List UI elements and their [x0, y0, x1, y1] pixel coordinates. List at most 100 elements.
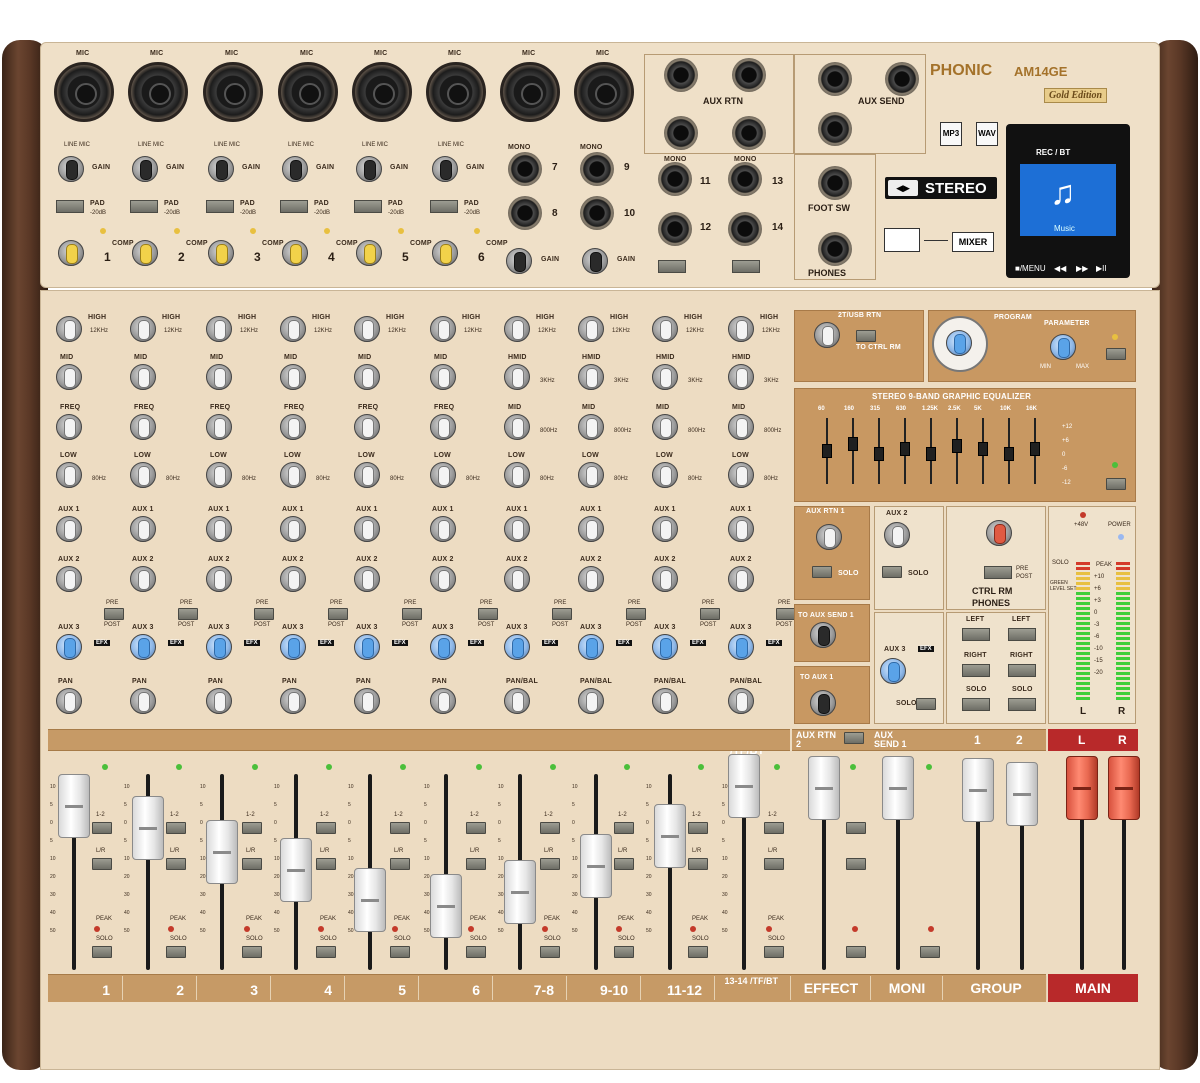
pan-knob-10[interactable]	[728, 688, 754, 714]
freq-eq-knob-1[interactable]	[56, 414, 82, 440]
mic-input-jack-4[interactable]	[278, 62, 338, 122]
mid-eq-knob-1[interactable]	[56, 364, 82, 390]
low-eq-knob-5[interactable]	[354, 462, 380, 488]
fader-11[interactable]	[808, 756, 840, 820]
gain-knob-1[interactable]	[58, 156, 84, 182]
fader-9[interactable]	[654, 804, 686, 868]
aux1-knob-1[interactable]	[56, 516, 82, 542]
aux-rtn2-on-button[interactable]	[844, 732, 864, 744]
pan-knob-4[interactable]	[280, 688, 306, 714]
fader-6[interactable]	[430, 874, 462, 938]
low-eq-knob-2[interactable]	[130, 462, 156, 488]
solo-button-5[interactable]	[390, 946, 410, 958]
pan-knob-3[interactable]	[206, 688, 232, 714]
low-eq-knob-9[interactable]	[652, 462, 678, 488]
mid-eq-knob-8[interactable]	[578, 364, 604, 390]
route-12-button-3[interactable]	[242, 822, 262, 834]
aux2-knob-3[interactable]	[206, 566, 232, 592]
aux-rtn-r1-jack[interactable]	[664, 116, 698, 150]
pre-post-button-4[interactable]	[328, 608, 348, 620]
mid-eq-knob-4[interactable]	[280, 364, 306, 390]
mic-input-jack-3[interactable]	[203, 62, 263, 122]
route-lr-button-8[interactable]	[614, 858, 634, 870]
mid-eq-knob-6[interactable]	[430, 364, 456, 390]
fader-4[interactable]	[280, 838, 312, 902]
geq-slider-8[interactable]	[1004, 446, 1014, 461]
geq-slider-4[interactable]	[900, 441, 910, 456]
ctrl-rm-knob[interactable]	[986, 520, 1012, 546]
gain-knob-4[interactable]	[282, 156, 308, 182]
next-button[interactable]: ▶▶	[1076, 264, 1088, 273]
aux1-knob-3[interactable]	[206, 516, 232, 542]
freq-eq-knob-9[interactable]	[652, 414, 678, 440]
pre-post-button-10[interactable]	[776, 608, 796, 620]
route-12-button-2[interactable]	[166, 822, 186, 834]
aux-rtn1-solo-button[interactable]	[812, 566, 832, 578]
right-button-2[interactable]	[1008, 664, 1036, 677]
low-eq-knob-1[interactable]	[56, 462, 82, 488]
freq-eq-knob-8[interactable]	[578, 414, 604, 440]
pre-post-button-7[interactable]	[552, 608, 572, 620]
left-button-1[interactable]	[962, 628, 990, 641]
aux-rtn-r2-jack[interactable]	[732, 116, 766, 150]
line-in-11-jack[interactable]	[658, 162, 692, 196]
comp-knob-5[interactable]	[356, 240, 382, 266]
pre-post-button-9[interactable]	[700, 608, 720, 620]
play-pause-button[interactable]: ▶II	[1096, 264, 1107, 273]
pre-post-button-5[interactable]	[402, 608, 422, 620]
to-ctrl-rm-button[interactable]	[856, 330, 876, 342]
pad-button-4[interactable]	[280, 200, 308, 213]
aux2-knob-1[interactable]	[56, 566, 82, 592]
route-lr-button-2[interactable]	[166, 858, 186, 870]
high-eq-knob-1[interactable]	[56, 316, 82, 342]
solo-button-10[interactable]	[764, 946, 784, 958]
aux3-knob-8[interactable]	[578, 634, 604, 660]
mid-eq-knob-7[interactable]	[504, 364, 530, 390]
route-lr-button-9[interactable]	[688, 858, 708, 870]
master-aux-control-1[interactable]	[846, 822, 866, 834]
geq-slider-5[interactable]	[926, 446, 936, 461]
aux3-knob-6[interactable]	[430, 634, 456, 660]
usb-rtn-knob[interactable]	[814, 322, 840, 348]
pre-post-button-1[interactable]	[104, 608, 124, 620]
geq-on-button[interactable]	[1106, 478, 1126, 490]
aux2-knob-8[interactable]	[578, 566, 604, 592]
aux2-master-knob[interactable]	[884, 522, 910, 548]
aux2-knob-7[interactable]	[504, 566, 530, 592]
aux3-knob-10[interactable]	[728, 634, 754, 660]
master-aux-control-2[interactable]	[846, 858, 866, 870]
mid-eq-knob-9[interactable]	[652, 364, 678, 390]
mic-input-jack-6[interactable]	[426, 62, 486, 122]
menu-button[interactable]: ■/MENU	[1015, 264, 1046, 273]
pad-button-3[interactable]	[206, 200, 234, 213]
mid-eq-knob-10[interactable]	[728, 364, 754, 390]
solo-button-6[interactable]	[466, 946, 486, 958]
to-aux-send1-knob[interactable]	[810, 622, 836, 648]
route-lr-button-10[interactable]	[764, 858, 784, 870]
gain-knob-6[interactable]	[432, 156, 458, 182]
pan-knob-8[interactable]	[578, 688, 604, 714]
group-solo-button-1[interactable]	[962, 698, 990, 711]
aux-send3-jack[interactable]	[885, 62, 919, 96]
geq-slider-2[interactable]	[848, 436, 858, 451]
solo-button-7[interactable]	[540, 946, 560, 958]
mid-eq-knob-2[interactable]	[130, 364, 156, 390]
aux-send2-jack[interactable]	[818, 112, 852, 146]
aux3-knob-7[interactable]	[504, 634, 530, 660]
gain-knob-9-10[interactable]	[582, 248, 608, 274]
aux1-knob-6[interactable]	[430, 516, 456, 542]
fader-5[interactable]	[354, 868, 386, 932]
level-switch-13-14[interactable]	[732, 260, 760, 273]
freq-eq-knob-4[interactable]	[280, 414, 306, 440]
aux3-knob-3[interactable]	[206, 634, 232, 660]
ctrl-rm-pre-post-button[interactable]	[984, 566, 1012, 579]
route-12-button-8[interactable]	[614, 822, 634, 834]
pan-knob-7[interactable]	[504, 688, 530, 714]
aux3-knob-9[interactable]	[652, 634, 678, 660]
fader-10[interactable]	[728, 754, 760, 818]
aux2-knob-6[interactable]	[430, 566, 456, 592]
pan-knob-5[interactable]	[354, 688, 380, 714]
aux-send1-jack[interactable]	[818, 62, 852, 96]
pad-button-6[interactable]	[430, 200, 458, 213]
low-eq-knob-7[interactable]	[504, 462, 530, 488]
